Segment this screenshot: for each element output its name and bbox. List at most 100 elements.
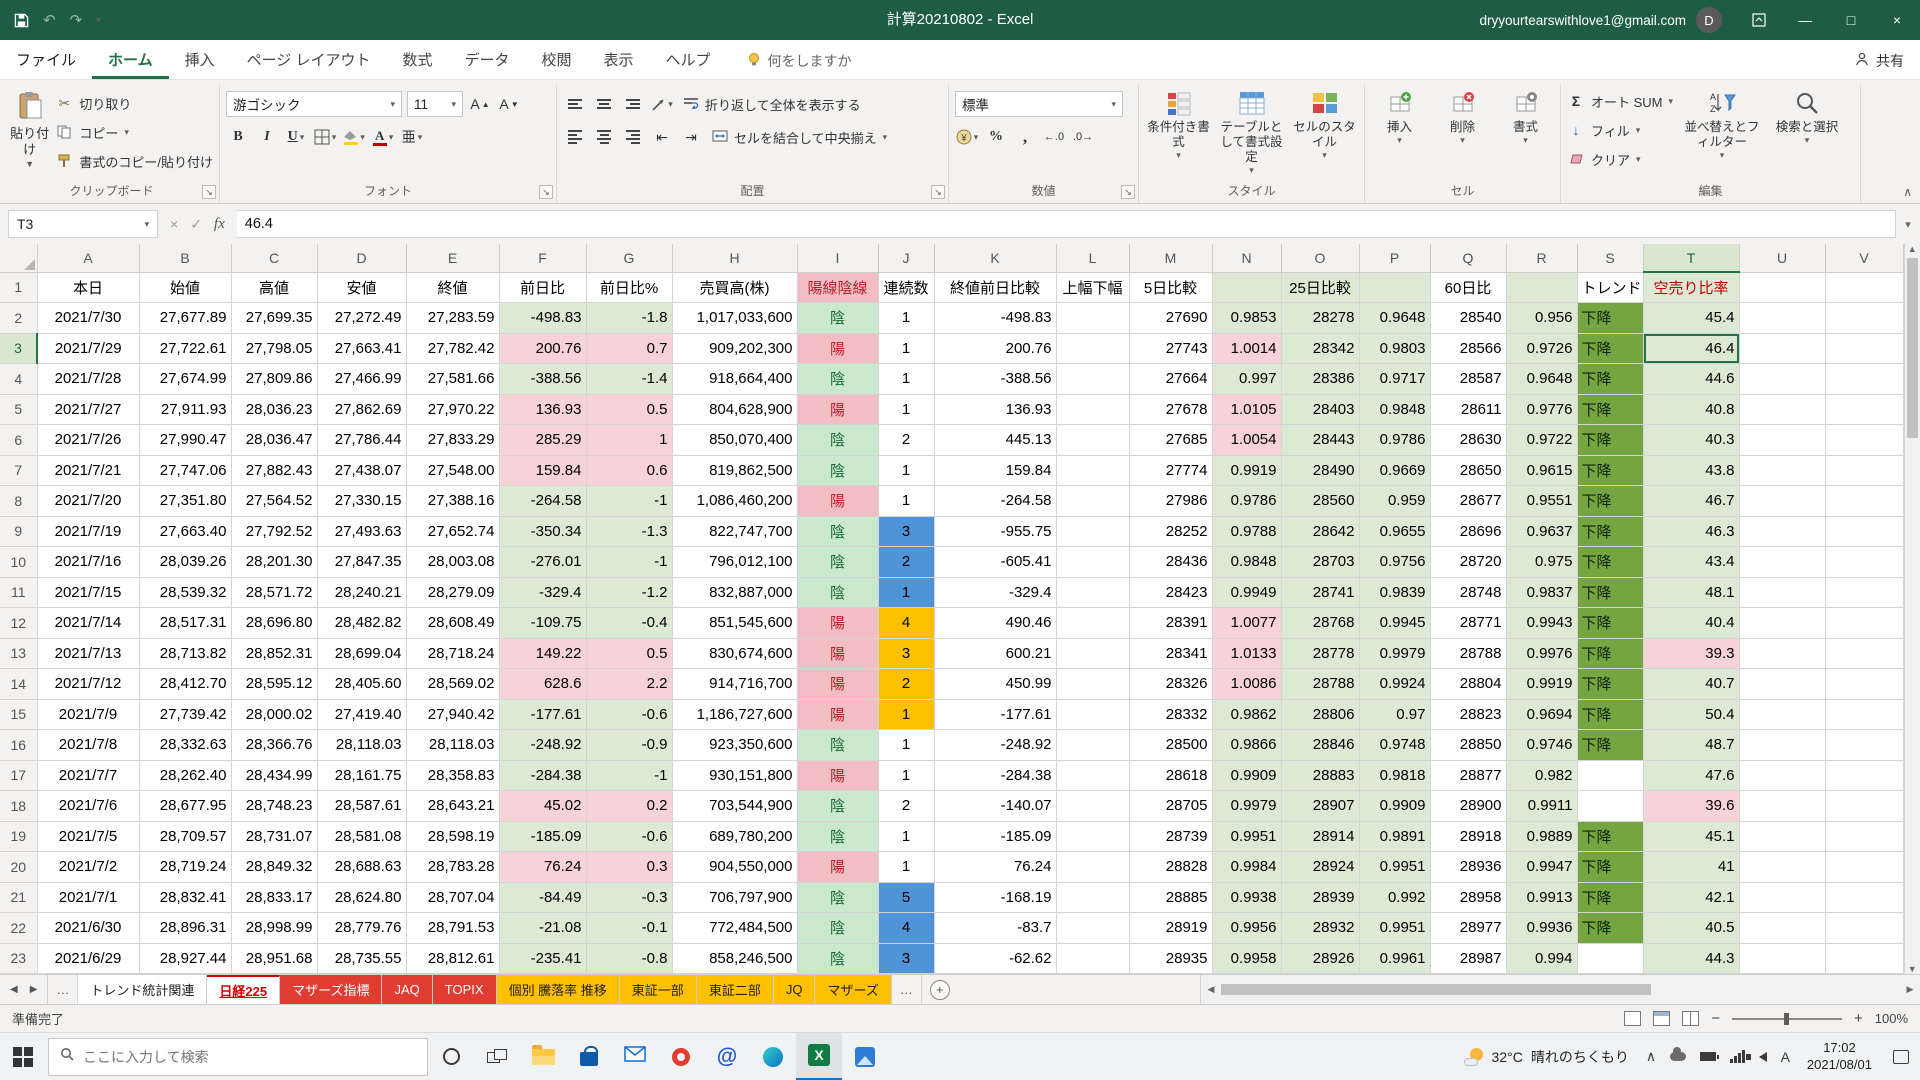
cell-J11[interactable]: 1: [878, 577, 934, 608]
cell-O1[interactable]: 25日比較: [1281, 272, 1359, 303]
cell-P15[interactable]: 0.97: [1359, 699, 1430, 730]
cell-E15[interactable]: 27,940.42: [406, 699, 499, 730]
cell-D1[interactable]: 安値: [317, 272, 406, 303]
cell-O19[interactable]: 28914: [1281, 821, 1359, 852]
cell-J16[interactable]: 1: [878, 730, 934, 761]
column-header-J[interactable]: J: [878, 244, 934, 272]
cell-S8[interactable]: 下降: [1577, 486, 1643, 517]
cell-H20[interactable]: 904,550,000: [672, 852, 797, 883]
cell-Q10[interactable]: 28720: [1430, 547, 1506, 578]
font-dialog-launcher-icon[interactable]: ↘: [539, 185, 553, 199]
cell-D22[interactable]: 28,779.76: [317, 913, 406, 944]
cell-T17[interactable]: 47.6: [1643, 760, 1739, 791]
cell-O3[interactable]: 28342: [1281, 333, 1359, 364]
cell-E3[interactable]: 27,782.42: [406, 333, 499, 364]
cell-S23[interactable]: [1577, 943, 1643, 974]
cell-I14[interactable]: 陽: [797, 669, 878, 700]
share-button[interactable]: 共有: [1855, 42, 1904, 79]
cell-D23[interactable]: 28,735.55: [317, 943, 406, 974]
cell-A14[interactable]: 2021/7/12: [37, 669, 139, 700]
cell-M2[interactable]: 27690: [1129, 303, 1212, 334]
cell-Q6[interactable]: 28630: [1430, 425, 1506, 456]
tab-ページ レイアウト[interactable]: ページ レイアウト: [231, 42, 387, 79]
cell-N19[interactable]: 0.9951: [1212, 821, 1281, 852]
cell-Q12[interactable]: 28771: [1430, 608, 1506, 639]
cell-A21[interactable]: 2021/7/1: [37, 882, 139, 913]
cell-K2[interactable]: -498.83: [934, 303, 1056, 334]
action-center-button[interactable]: [1882, 1033, 1920, 1080]
column-header-V[interactable]: V: [1825, 244, 1903, 272]
cell-T20[interactable]: 41: [1643, 852, 1739, 883]
cell-V21[interactable]: [1825, 882, 1903, 913]
align-middle-icon[interactable]: [592, 91, 616, 117]
percent-style-icon[interactable]: %: [984, 124, 1008, 150]
cell-V7[interactable]: [1825, 455, 1903, 486]
cell-V14[interactable]: [1825, 669, 1903, 700]
cell-H6[interactable]: 850,070,400: [672, 425, 797, 456]
cell-M18[interactable]: 28705: [1129, 791, 1212, 822]
cell-U1[interactable]: [1739, 272, 1825, 303]
cell-J23[interactable]: 3: [878, 943, 934, 974]
column-header-L[interactable]: L: [1056, 244, 1129, 272]
cell-S15[interactable]: 下降: [1577, 699, 1643, 730]
cell-G5[interactable]: 0.5: [586, 394, 672, 425]
cell-P6[interactable]: 0.9786: [1359, 425, 1430, 456]
cell-K19[interactable]: -185.09: [934, 821, 1056, 852]
cell-K3[interactable]: 200.76: [934, 333, 1056, 364]
cell-C20[interactable]: 28,849.32: [231, 852, 317, 883]
cell-S19[interactable]: 下降: [1577, 821, 1643, 852]
column-header-F[interactable]: F: [499, 244, 586, 272]
cell-R17[interactable]: 0.982: [1506, 760, 1577, 791]
cell-L9[interactable]: [1056, 516, 1129, 547]
cell-N17[interactable]: 0.9909: [1212, 760, 1281, 791]
cell-H19[interactable]: 689,780,200: [672, 821, 797, 852]
cell-I6[interactable]: 陰: [797, 425, 878, 456]
cell-U8[interactable]: [1739, 486, 1825, 517]
cell-V18[interactable]: [1825, 791, 1903, 822]
cell-N1[interactable]: [1212, 272, 1281, 303]
tab-データ[interactable]: データ: [448, 42, 525, 79]
cell-M7[interactable]: 27774: [1129, 455, 1212, 486]
cell-T15[interactable]: 50.4: [1643, 699, 1739, 730]
cell-V15[interactable]: [1825, 699, 1903, 730]
cell-B13[interactable]: 28,713.82: [139, 638, 231, 669]
cell-O4[interactable]: 28386: [1281, 364, 1359, 395]
cell-N9[interactable]: 0.9788: [1212, 516, 1281, 547]
row-header-12[interactable]: 12: [0, 608, 37, 639]
cell-I22[interactable]: 陰: [797, 913, 878, 944]
cell-N2[interactable]: 0.9853: [1212, 303, 1281, 334]
cell-J9[interactable]: 3: [878, 516, 934, 547]
redo-icon[interactable]: ↷: [70, 11, 83, 29]
ribbon-display-options-icon[interactable]: [1736, 0, 1782, 40]
cell-E18[interactable]: 28,643.21: [406, 791, 499, 822]
cell-B22[interactable]: 28,896.31: [139, 913, 231, 944]
cell-U9[interactable]: [1739, 516, 1825, 547]
column-header-G[interactable]: G: [586, 244, 672, 272]
cell-C17[interactable]: 28,434.99: [231, 760, 317, 791]
cell-H7[interactable]: 819,862,500: [672, 455, 797, 486]
cell-T16[interactable]: 48.7: [1643, 730, 1739, 761]
mail-button[interactable]: [612, 1033, 658, 1080]
font-color-icon[interactable]: A▾: [371, 124, 395, 150]
cell-F12[interactable]: -109.75: [499, 608, 586, 639]
cell-V4[interactable]: [1825, 364, 1903, 395]
cell-R16[interactable]: 0.9746: [1506, 730, 1577, 761]
cell-V5[interactable]: [1825, 394, 1903, 425]
cell-T22[interactable]: 40.5: [1643, 913, 1739, 944]
sheet-tab-JAQ[interactable]: JAQ: [382, 975, 432, 1004]
cell-K20[interactable]: 76.24: [934, 852, 1056, 883]
row-header-16[interactable]: 16: [0, 730, 37, 761]
cell-L2[interactable]: [1056, 303, 1129, 334]
store-button[interactable]: [566, 1033, 612, 1080]
column-header-E[interactable]: E: [406, 244, 499, 272]
cell-K1[interactable]: 終値前日比較: [934, 272, 1056, 303]
cell-G18[interactable]: 0.2: [586, 791, 672, 822]
cell-E9[interactable]: 27,652.74: [406, 516, 499, 547]
cell-D7[interactable]: 27,438.07: [317, 455, 406, 486]
zoom-out-icon[interactable]: −: [1711, 1010, 1720, 1027]
cell-V17[interactable]: [1825, 760, 1903, 791]
cell-S2[interactable]: 下降: [1577, 303, 1643, 334]
cell-L12[interactable]: [1056, 608, 1129, 639]
cell-J21[interactable]: 5: [878, 882, 934, 913]
collapse-ribbon-icon[interactable]: ∧: [1903, 185, 1912, 199]
